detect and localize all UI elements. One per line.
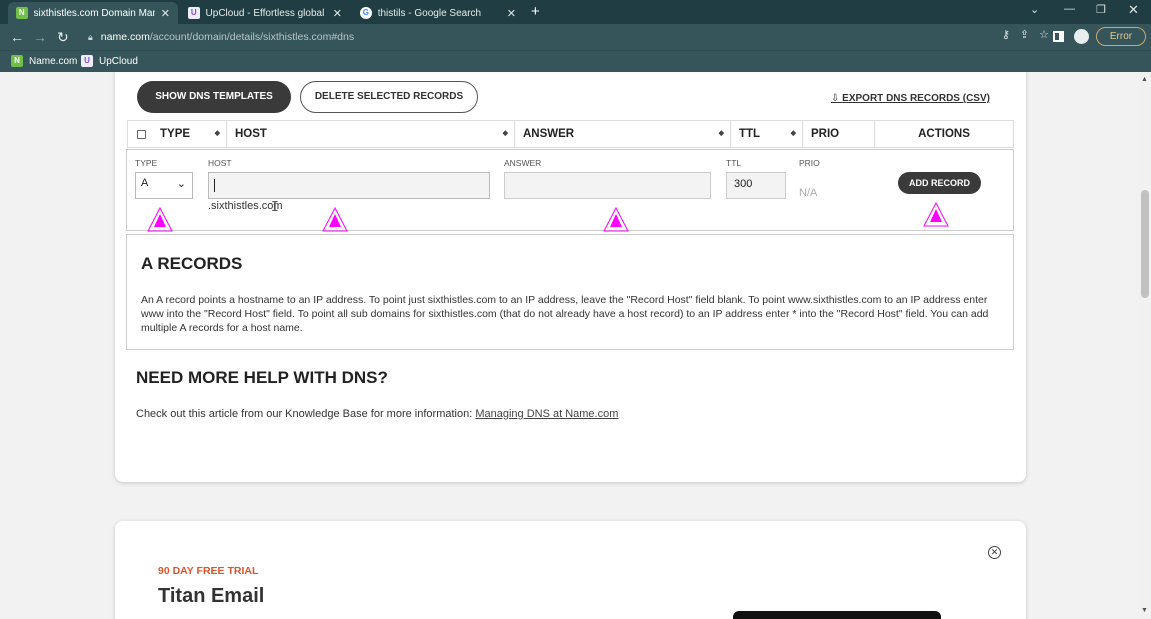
export-dns-records-link[interactable]: ⇩ EXPORT DNS RECORDS (CSV) — [831, 93, 990, 104]
browser-toolbar: ← → ↻ 🔒︎ name.com/account/domain/details… — [0, 24, 1151, 50]
browser-tab-bar: N sixthistles.com Domain Managem ✕ U UpC… — [0, 0, 1151, 24]
bookmark-label: UpCloud — [99, 55, 138, 67]
close-tab-icon[interactable]: ✕ — [507, 7, 516, 20]
promo-tag: 90 DAY FREE TRIAL — [158, 565, 259, 577]
sort-icon[interactable]: ◆ — [503, 121, 508, 147]
url-host: name.com — [100, 31, 150, 43]
upcloud-favicon-icon: U — [81, 55, 93, 67]
tab-google-search[interactable]: G thistils - Google Search ✕ — [352, 2, 524, 24]
column-ttl[interactable]: TTL ◆ — [731, 121, 803, 147]
add-record-button[interactable]: ADD RECORD — [898, 172, 981, 194]
share-icon[interactable]: ⇪ — [1020, 29, 1039, 41]
back-icon[interactable]: ← — [10, 29, 24, 45]
error-button[interactable]: Error — [1096, 27, 1146, 46]
url-path: /account/domain/details/sixthistles.com#… — [149, 31, 355, 43]
google-favicon-icon: G — [360, 7, 372, 19]
scroll-up-icon[interactable]: ▲ — [1141, 76, 1148, 83]
add-record-form: TYPE A ⌄ HOST I .sixthistles.com ANSWER … — [126, 149, 1014, 232]
type-label: TYPE — [135, 158, 158, 168]
host-label: HOST — [208, 158, 232, 168]
show-dns-templates-button[interactable]: SHOW DNS TEMPLATES — [137, 81, 291, 113]
column-label: ACTIONS — [918, 128, 970, 140]
dns-card: SHOW DNS TEMPLATES DELETE SELECTED RECOR… — [115, 72, 1026, 482]
url-text: name.com/account/domain/details/sixthist… — [101, 31, 354, 43]
titan-email-promo-card: ✕ 90 DAY FREE TRIAL Titan Email — [115, 521, 1026, 619]
delete-selected-records-button[interactable]: DELETE SELECTED RECORDS — [300, 81, 478, 113]
tab-title: sixthistles.com Domain Managem — [33, 7, 155, 19]
column-label: PRIO — [811, 128, 840, 140]
ttl-input[interactable]: 300 — [726, 172, 786, 199]
export-label: EXPORT DNS RECORDS (CSV) — [842, 93, 990, 104]
upcloud-favicon-icon: U — [188, 7, 200, 19]
text-caret — [214, 179, 215, 192]
reload-icon[interactable]: ↻ — [57, 29, 69, 46]
tab-title: UpCloud - Effortless global cloud — [205, 7, 327, 19]
forward-icon[interactable]: → — [33, 29, 47, 45]
close-window-icon[interactable]: ✕ — [1128, 2, 1139, 18]
lock-icon[interactable]: 🔒︎ — [88, 32, 93, 43]
ttl-label: TTL — [726, 158, 742, 168]
answer-input[interactable] — [504, 172, 711, 199]
record-type-select[interactable]: A ⌄ — [135, 172, 193, 199]
column-label: ANSWER — [523, 128, 575, 140]
sort-icon[interactable]: ◆ — [215, 121, 220, 147]
managing-dns-link[interactable]: Managing DNS at Name.com — [475, 408, 618, 420]
promo-title: Titan Email — [158, 585, 265, 607]
sort-icon[interactable]: ◆ — [719, 121, 724, 147]
tab-title: thistils - Google Search — [377, 7, 482, 19]
promo-device-image — [733, 611, 941, 619]
omnibox-actions[interactable]: ⚷⇪☆ — [1002, 28, 1059, 41]
tab-upcloud[interactable]: U UpCloud - Effortless global cloud ✕ — [180, 2, 350, 24]
close-tab-icon[interactable]: ✕ — [161, 7, 170, 20]
prio-label: PRIO — [799, 158, 820, 168]
sort-icon[interactable]: ◆ — [791, 121, 796, 147]
tab-domain-management[interactable]: N sixthistles.com Domain Managem ✕ — [8, 2, 178, 24]
column-answer[interactable]: ANSWER ◆ — [515, 121, 731, 147]
profile-avatar-icon[interactable] — [1074, 29, 1089, 44]
column-label: TYPE — [160, 128, 191, 140]
namecom-favicon-icon: N — [16, 7, 28, 19]
close-tab-icon[interactable]: ✕ — [333, 7, 342, 20]
bookmarks-bar: N Name.com U UpCloud — [0, 50, 1151, 72]
answer-label: ANSWER — [504, 158, 542, 168]
restore-icon[interactable]: ❐ — [1096, 3, 1106, 16]
select-all-checkbox[interactable] — [137, 130, 146, 139]
column-host[interactable]: HOST ◆ — [227, 121, 515, 147]
bookmark-label: Name.com — [29, 55, 78, 67]
tab-search-icon[interactable]: ⌄ — [1030, 3, 1039, 16]
new-tab-icon[interactable]: + — [531, 3, 540, 20]
column-prio: PRIO — [803, 121, 875, 147]
namecom-favicon-icon: N — [11, 55, 23, 67]
chevron-down-icon: ⌄ — [176, 178, 186, 190]
info-title: A RECORDS — [141, 254, 243, 273]
info-text: An A record points a hostname to an IP a… — [141, 294, 989, 334]
column-type[interactable]: TYPE ◆ — [152, 121, 227, 147]
minimize-icon[interactable]: — — [1064, 3, 1075, 15]
records-table-header: TYPE ◆ HOST ◆ ANSWER ◆ TTL ◆ PRIO ACTIONS — [127, 120, 1014, 148]
host-input[interactable]: I — [208, 172, 490, 215]
column-actions: ACTIONS — [875, 121, 1013, 147]
bookmark-upcloud[interactable]: U UpCloud — [81, 55, 138, 67]
export-icon: ⇩ — [831, 93, 843, 104]
ttl-input-value: 300 — [734, 178, 753, 190]
domain-suffix: .sixthistles.com — [208, 200, 283, 212]
close-promo-icon[interactable]: ✕ — [988, 546, 1001, 559]
address-bar[interactable]: 🔒︎ name.com/account/domain/details/sixth… — [80, 27, 1090, 47]
side-panel-icon[interactable] — [1053, 31, 1064, 42]
help-text: Check out this article from our Knowledg… — [136, 408, 618, 420]
column-label: TTL — [739, 128, 761, 140]
help-title: NEED MORE HELP WITH DNS? — [136, 368, 388, 387]
record-type-value: A — [141, 177, 149, 189]
column-label: HOST — [235, 128, 267, 140]
page-scrollbar[interactable]: ▲ ▼ — [1139, 72, 1151, 619]
scroll-thumb[interactable] — [1141, 190, 1149, 298]
bookmark-namecom[interactable]: N Name.com — [11, 55, 77, 67]
help-text-body: Check out this article from our Knowledg… — [136, 408, 476, 420]
record-type-info: A RECORDS An A record points a hostname … — [126, 234, 1014, 350]
scroll-down-icon[interactable]: ▼ — [1141, 607, 1148, 614]
page-viewport: SHOW DNS TEMPLATES DELETE SELECTED RECOR… — [0, 72, 1151, 619]
prio-value: N/A — [799, 187, 818, 199]
key-icon[interactable]: ⚷ — [1002, 29, 1020, 41]
